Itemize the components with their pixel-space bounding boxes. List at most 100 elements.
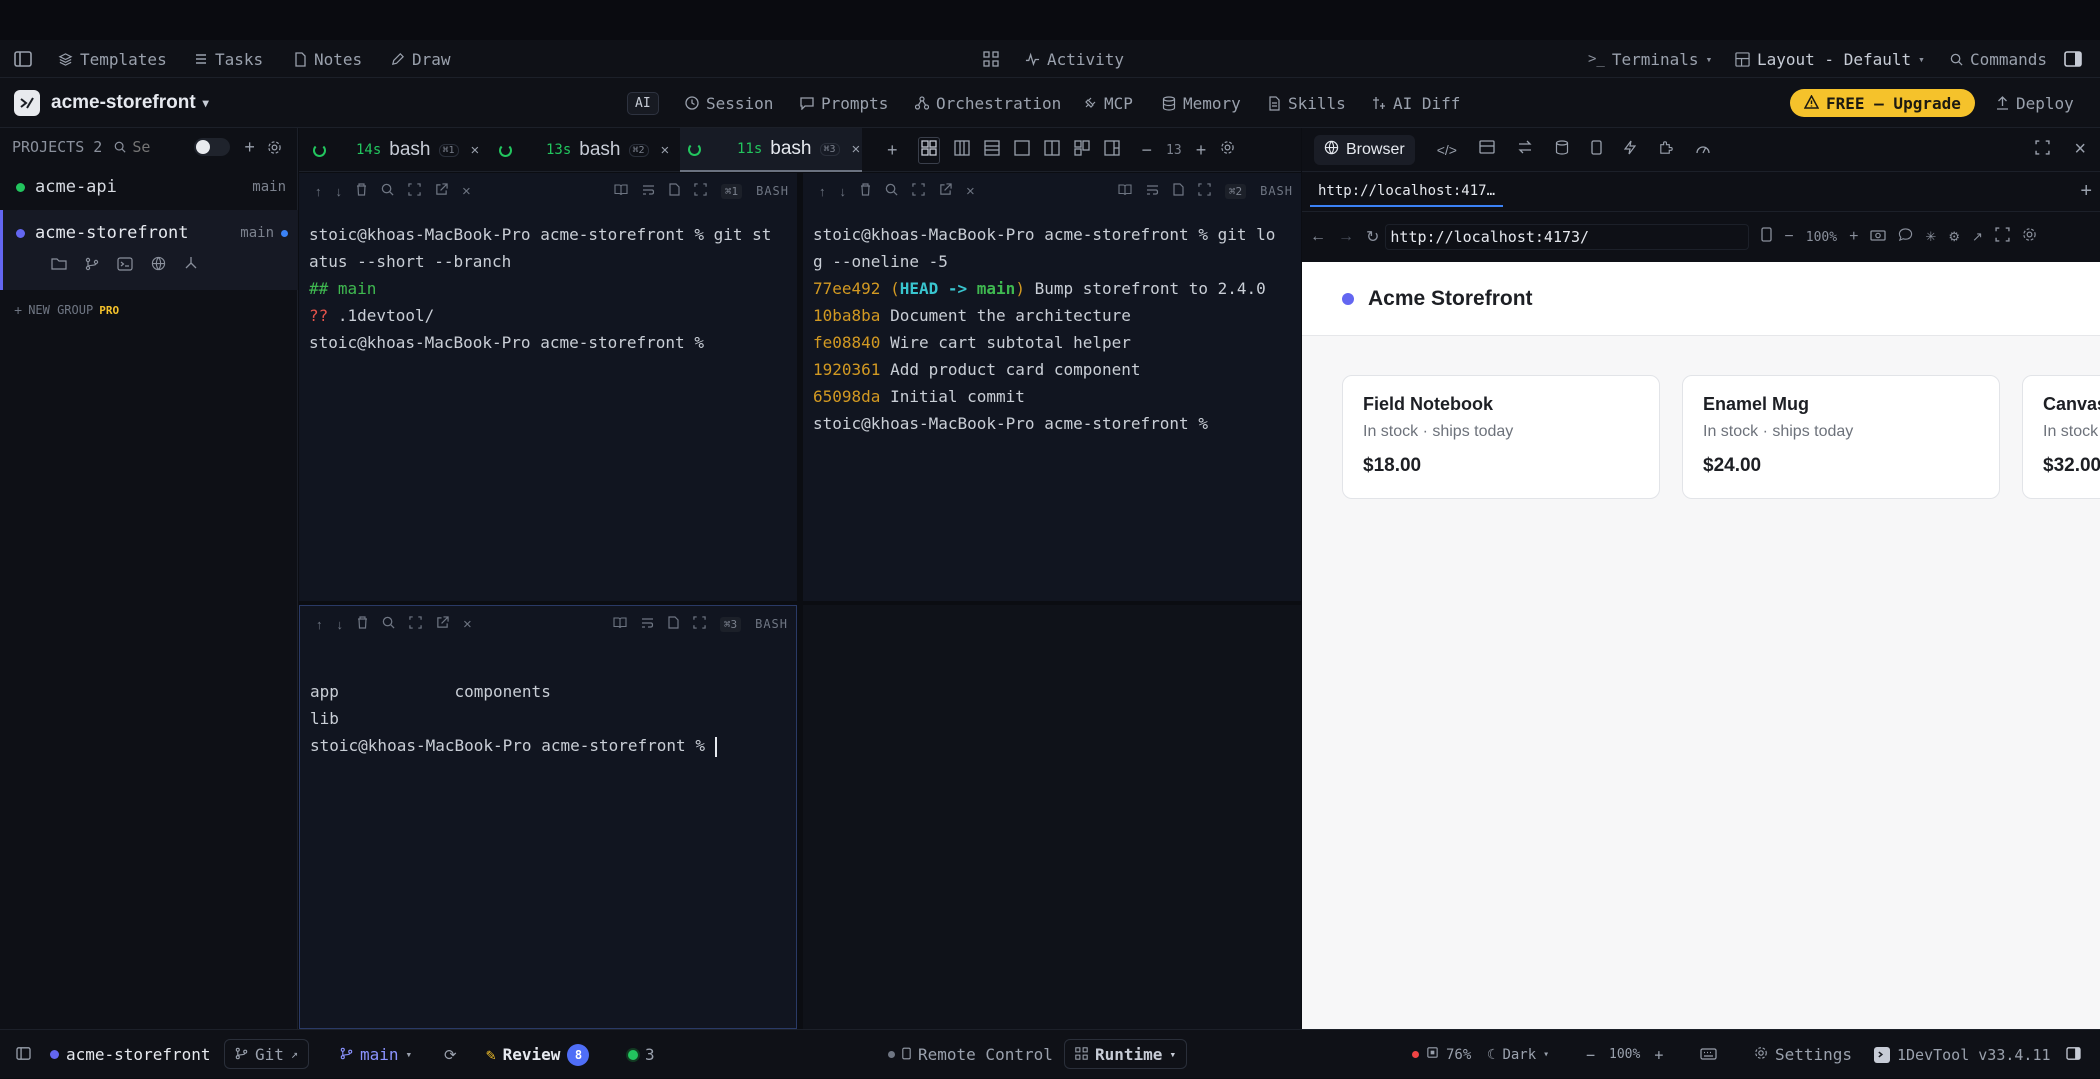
gear-icon[interactable] bbox=[267, 140, 282, 155]
menu-ai-diff[interactable]: AI Diff bbox=[1372, 78, 1460, 128]
device-icon[interactable] bbox=[1761, 227, 1773, 247]
search-icon[interactable] bbox=[885, 183, 898, 199]
running-count[interactable]: 3 bbox=[628, 1030, 655, 1079]
increase-font-icon[interactable]: + bbox=[1196, 140, 1207, 161]
database-icon[interactable] bbox=[1555, 139, 1569, 160]
close-icon[interactable]: × bbox=[661, 142, 670, 159]
fullscreen-icon[interactable] bbox=[912, 183, 925, 199]
external-link-icon[interactable] bbox=[435, 183, 448, 199]
folder-icon[interactable] bbox=[51, 257, 67, 271]
terminal-tab-3[interactable]: 11s bash ⌘3 × bbox=[680, 128, 862, 172]
wrap-lines-icon[interactable] bbox=[642, 184, 655, 199]
sidebar-item-acme-api[interactable]: acme-api main bbox=[0, 170, 298, 204]
open-external-icon[interactable]: ↗ bbox=[1972, 229, 1983, 245]
settings-dot-icon[interactable]: ⚙ bbox=[1948, 229, 1960, 245]
sidebar-toggle-button[interactable] bbox=[14, 40, 32, 78]
expand-icon[interactable] bbox=[693, 616, 706, 632]
menu-mcp[interactable]: MCP bbox=[1083, 78, 1133, 128]
remote-control-button[interactable]: Remote Control bbox=[888, 1030, 1053, 1079]
menu-session[interactable]: Session bbox=[685, 78, 773, 128]
trash-icon[interactable] bbox=[357, 616, 368, 632]
gear-icon[interactable] bbox=[1220, 140, 1235, 160]
sparkle-icon[interactable]: ✳ bbox=[1925, 229, 1936, 245]
terminal-tab-2[interactable]: 13s bash ⌘2 × bbox=[499, 128, 684, 172]
product-card[interactable]: Enamel Mug In stock · ships today $24.00 bbox=[1682, 375, 2000, 499]
sidebar-toggle-button[interactable] bbox=[16, 1030, 31, 1079]
menu-layout[interactable]: Layout - Default ▾ bbox=[1735, 40, 1925, 78]
mosaic-layout-icon[interactable] bbox=[1073, 139, 1090, 161]
close-icon[interactable]: × bbox=[462, 183, 471, 200]
search-icon[interactable] bbox=[381, 183, 394, 199]
settings-button[interactable]: Settings bbox=[1754, 1030, 1852, 1079]
menu-memory[interactable]: Memory bbox=[1162, 78, 1241, 128]
zoom-in-icon[interactable]: + bbox=[1654, 1046, 1663, 1064]
sidebar-layout-icon[interactable] bbox=[1103, 139, 1120, 161]
sync-button[interactable]: ⟳ bbox=[444, 1030, 457, 1079]
ai-badge[interactable]: AI bbox=[627, 78, 659, 128]
reload-icon[interactable]: ↻ bbox=[1366, 227, 1379, 247]
new-terminal-icon[interactable]: + bbox=[887, 140, 898, 161]
review-button[interactable]: ✎ Review 8 bbox=[486, 1030, 590, 1079]
right-panel-toggle-button[interactable] bbox=[2066, 1030, 2081, 1079]
close-icon[interactable]: × bbox=[2074, 138, 2086, 161]
cpu-indicator[interactable]: 76% bbox=[1412, 1030, 1471, 1079]
menu-commands[interactable]: Commands bbox=[1950, 40, 2047, 78]
zoom-out-icon[interactable]: − bbox=[1784, 228, 1793, 246]
rows-layout-icon[interactable] bbox=[983, 139, 1000, 161]
grid-apps-button[interactable] bbox=[983, 40, 999, 78]
upgrade-button[interactable]: FREE — Upgrade bbox=[1790, 78, 1975, 128]
gauge-icon[interactable] bbox=[1695, 141, 1711, 159]
wrap-lines-icon[interactable] bbox=[641, 617, 654, 632]
book-icon[interactable] bbox=[614, 183, 628, 199]
arrow-up-icon[interactable]: ↑ bbox=[316, 617, 323, 632]
branch-selector[interactable]: main ▾ bbox=[340, 1030, 412, 1079]
mobile-icon[interactable] bbox=[1591, 139, 1602, 160]
expand-icon[interactable] bbox=[694, 183, 707, 199]
browser-tab-button[interactable]: Browser bbox=[1314, 134, 1415, 165]
external-link-icon[interactable] bbox=[436, 616, 449, 632]
menu-tasks[interactable]: Tasks bbox=[194, 40, 263, 78]
arrow-down-icon[interactable]: ↓ bbox=[337, 617, 344, 632]
file-icon[interactable] bbox=[668, 616, 679, 632]
terminal-icon[interactable] bbox=[117, 256, 133, 271]
git-branch-icon[interactable] bbox=[85, 257, 99, 271]
sidebar-item-acme-storefront[interactable]: acme-storefront main bbox=[0, 210, 298, 290]
theme-selector[interactable]: ☾ Dark ▾ bbox=[1487, 1030, 1549, 1079]
fullscreen-icon[interactable] bbox=[408, 183, 421, 199]
book-icon[interactable] bbox=[613, 616, 627, 632]
git-button[interactable]: Git ↗ bbox=[224, 1039, 310, 1069]
puzzle-icon[interactable] bbox=[1658, 140, 1673, 160]
expand-icon[interactable] bbox=[1198, 183, 1211, 199]
close-icon[interactable]: × bbox=[471, 142, 480, 159]
single-layout-icon[interactable] bbox=[1013, 139, 1030, 161]
arrow-up-icon[interactable]: ↑ bbox=[315, 184, 322, 199]
arrow-down-icon[interactable]: ↓ bbox=[336, 184, 343, 199]
maximize-icon[interactable] bbox=[2035, 139, 2050, 160]
toggle-switch[interactable] bbox=[194, 138, 231, 156]
file-icon[interactable] bbox=[669, 183, 680, 199]
decrease-font-icon[interactable]: − bbox=[1142, 140, 1153, 161]
external-link-icon[interactable] bbox=[939, 183, 952, 199]
book-icon[interactable] bbox=[1118, 183, 1132, 199]
trash-icon[interactable] bbox=[860, 183, 871, 199]
file-icon[interactable] bbox=[1173, 183, 1184, 199]
network-arrows-icon[interactable] bbox=[1517, 140, 1533, 159]
project-switcher[interactable]: acme-storefront ▾ bbox=[14, 78, 209, 128]
url-input[interactable] bbox=[1385, 224, 1750, 250]
menu-templates[interactable]: Templates bbox=[58, 40, 167, 78]
product-card[interactable]: Field Notebook In stock · ships today $1… bbox=[1342, 375, 1660, 499]
comment-icon[interactable] bbox=[1898, 227, 1913, 247]
new-tab-icon[interactable]: + bbox=[2080, 180, 2092, 203]
split-layout-icon[interactable] bbox=[1043, 139, 1060, 161]
code-icon[interactable]: </> bbox=[1437, 142, 1457, 158]
search-icon[interactable] bbox=[382, 616, 395, 632]
columns-layout-icon[interactable] bbox=[953, 139, 970, 161]
trash-icon[interactable] bbox=[356, 183, 367, 199]
terminal-pane-3[interactable]: ↑ ↓ × ⌘3 BASH app components lib stoic@k… bbox=[299, 605, 797, 1029]
menu-draw[interactable]: Draw bbox=[390, 40, 451, 78]
fullscreen-icon[interactable] bbox=[1995, 227, 2010, 247]
product-card[interactable]: Canvas In stock $32.00 bbox=[2022, 375, 2100, 499]
close-icon[interactable]: × bbox=[463, 616, 472, 633]
project-search-input[interactable] bbox=[132, 138, 173, 156]
arrow-up-icon[interactable]: ↑ bbox=[819, 184, 826, 199]
